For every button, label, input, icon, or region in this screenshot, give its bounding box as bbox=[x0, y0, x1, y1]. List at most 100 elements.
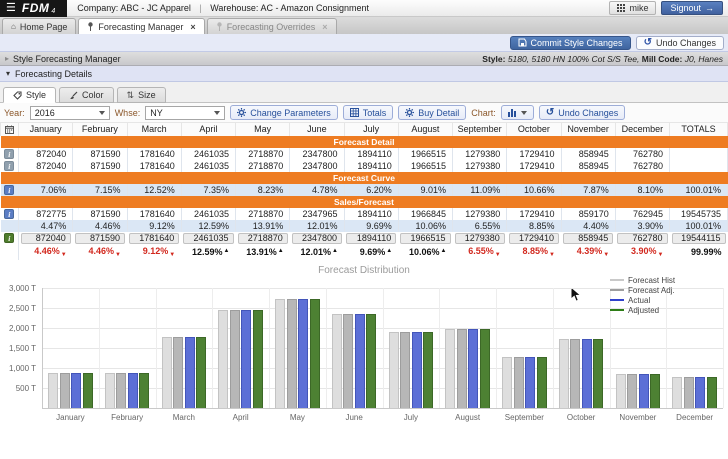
delta-value: 4.46% bbox=[88, 246, 115, 256]
forecast-input[interactable]: 2347800 bbox=[291, 232, 342, 244]
forecast-input[interactable]: 1781640 bbox=[129, 232, 180, 244]
input-cell: 2347800 bbox=[289, 231, 344, 245]
forecast-input[interactable]: 2461035 bbox=[183, 232, 234, 244]
tab-color[interactable]: Color bbox=[59, 87, 114, 103]
chart-bar-adjusted bbox=[252, 309, 263, 408]
info-icon[interactable]: i bbox=[4, 148, 15, 159]
tab-label: Style bbox=[26, 90, 47, 100]
caret-down-icon bbox=[214, 110, 221, 115]
value-cell: 12.59% bbox=[181, 219, 237, 232]
chart-bar-forecast-adj- bbox=[229, 309, 240, 408]
username: mike bbox=[629, 3, 649, 13]
chevron-right-icon[interactable]: ▸ bbox=[5, 54, 9, 63]
arrow-down-icon: ▼ bbox=[60, 252, 67, 258]
undo-changes-button[interactable]: ↺ Undo Changes bbox=[635, 35, 724, 50]
chart-bar-forecast-adj- bbox=[513, 356, 524, 408]
forecast-input[interactable]: 858945 bbox=[563, 232, 614, 244]
chart-bar-adjusted bbox=[139, 372, 150, 408]
forecast-input[interactable]: 1966515 bbox=[400, 232, 451, 244]
table-section-row: Sales/Forecast bbox=[0, 195, 728, 208]
delta-value: 12.01% bbox=[300, 247, 332, 257]
value-cell: 9.12% bbox=[127, 219, 182, 232]
info-icon[interactable]: i bbox=[4, 208, 15, 219]
hamburger-menu-icon[interactable]: ☰ bbox=[6, 2, 16, 14]
x-tick-label: July bbox=[403, 412, 418, 422]
buy-detail-label: Buy Detail bbox=[418, 107, 460, 118]
chart-bar-forecast-adj- bbox=[59, 372, 70, 408]
forecast-input[interactable]: 762780 bbox=[617, 232, 668, 244]
table-row: i 872775 871590 1781640 2461035 2718870 234796… bbox=[0, 207, 728, 220]
change-parameters-button[interactable]: Change Parameters bbox=[230, 105, 338, 120]
plot-separator-line bbox=[439, 287, 441, 408]
style-info: Style: 5180, 5180 HN 100% Cot S/S Tee, M… bbox=[482, 54, 723, 64]
tab-label: Forecasting Manager bbox=[98, 21, 184, 32]
buy-detail-button[interactable]: Buy Detail bbox=[398, 105, 467, 120]
chart-bar-actual bbox=[184, 336, 195, 408]
commit-style-changes-button[interactable]: Commit Style Changes bbox=[509, 35, 631, 50]
delta-cell: 4.46%▼ bbox=[72, 244, 127, 260]
value-cell: 1279380 bbox=[452, 207, 508, 220]
value-cell: 7.06% bbox=[18, 183, 74, 196]
grid-icon bbox=[617, 4, 626, 12]
tab-forecasting-manager[interactable]: Forecasting Manager × bbox=[78, 18, 205, 34]
undo-changes-button-2[interactable]: ↺ Undo Changes bbox=[538, 105, 626, 120]
value-cell: 8.85% bbox=[506, 219, 562, 232]
chart-bar-forecast-hist bbox=[331, 313, 342, 408]
value-cell: 9.01% bbox=[398, 183, 454, 196]
chart-bar-actual bbox=[354, 313, 365, 408]
value-cell: 1966845 bbox=[398, 207, 454, 220]
whse-select[interactable]: NY bbox=[145, 105, 226, 120]
value-cell: 2347800 bbox=[289, 147, 345, 160]
delta-cell: 10.06%▲ bbox=[398, 244, 453, 260]
value-cell: 871590 bbox=[72, 207, 128, 220]
tab-size[interactable]: ⇅ Size bbox=[116, 87, 166, 103]
info-icon[interactable]: i bbox=[4, 184, 15, 195]
value-cell: 7.87% bbox=[561, 183, 616, 196]
value-cell: 7.35% bbox=[181, 183, 237, 196]
arrow-up-icon: ▲ bbox=[277, 248, 284, 254]
delta-cell: 4.39%▼ bbox=[561, 244, 616, 260]
forecast-input[interactable]: 871590 bbox=[74, 232, 125, 244]
month-header: October bbox=[506, 122, 562, 136]
tab-style[interactable]: Style bbox=[3, 87, 57, 103]
plot-separator-line bbox=[325, 287, 327, 408]
value-cell: 858945 bbox=[561, 147, 616, 160]
value-cell: 4.47% bbox=[18, 219, 74, 232]
year-select[interactable]: 2016 bbox=[29, 105, 110, 120]
chart-bar-actual bbox=[411, 331, 422, 408]
info-icon[interactable]: i bbox=[4, 160, 15, 171]
input-cell: 762780 bbox=[615, 231, 670, 245]
section-row-forecast-curve: Forecast Curve bbox=[0, 171, 728, 184]
value-cell: 2347965 bbox=[289, 207, 345, 220]
tab-home-page[interactable]: ⌂ Home Page bbox=[2, 18, 77, 34]
signout-button[interactable]: Signout → bbox=[661, 1, 723, 15]
chart-title: Forecast Distribution bbox=[318, 264, 410, 276]
totals-button[interactable]: Totals bbox=[342, 105, 394, 120]
app-window: ☰ FDM 4 Company: ABC - JC Apparel | Ware… bbox=[0, 0, 728, 459]
delta-value: 9.12% bbox=[142, 246, 169, 256]
info-icon[interactable]: i bbox=[4, 233, 15, 243]
chart-bar-adjusted bbox=[196, 336, 207, 408]
forecast-input[interactable]: 1279380 bbox=[454, 232, 505, 244]
forecast-table: January February March April May June July Augu… bbox=[0, 122, 728, 260]
forecast-input[interactable]: 2718870 bbox=[237, 232, 288, 244]
chart-bar-forecast-adj- bbox=[173, 336, 184, 408]
tab-forecasting-overrides[interactable]: Forecasting Overrides × bbox=[206, 18, 337, 34]
close-tab-icon[interactable]: × bbox=[190, 22, 195, 32]
x-tick-label: May bbox=[289, 412, 305, 422]
value-cell: 1781640 bbox=[127, 207, 182, 220]
whse-value: NY bbox=[150, 107, 163, 118]
forecasting-details-header[interactable]: ▾ Forecasting Details bbox=[0, 66, 728, 82]
month-header: May bbox=[234, 122, 291, 136]
close-tab-icon[interactable]: × bbox=[322, 22, 327, 32]
tab-label: Home Page bbox=[19, 21, 68, 32]
forecast-input[interactable]: 1894110 bbox=[346, 232, 397, 244]
forecast-total-input[interactable]: 19544115 bbox=[671, 232, 726, 244]
month-header: February bbox=[72, 122, 128, 136]
user-menu-button[interactable]: mike bbox=[609, 1, 657, 15]
forecast-input[interactable]: 1729410 bbox=[508, 232, 559, 244]
forecast-input[interactable]: 872040 bbox=[21, 232, 71, 244]
chart-bar-forecast-hist bbox=[445, 328, 456, 408]
chart-type-select[interactable] bbox=[500, 105, 534, 120]
plot-separator-line bbox=[155, 287, 157, 408]
